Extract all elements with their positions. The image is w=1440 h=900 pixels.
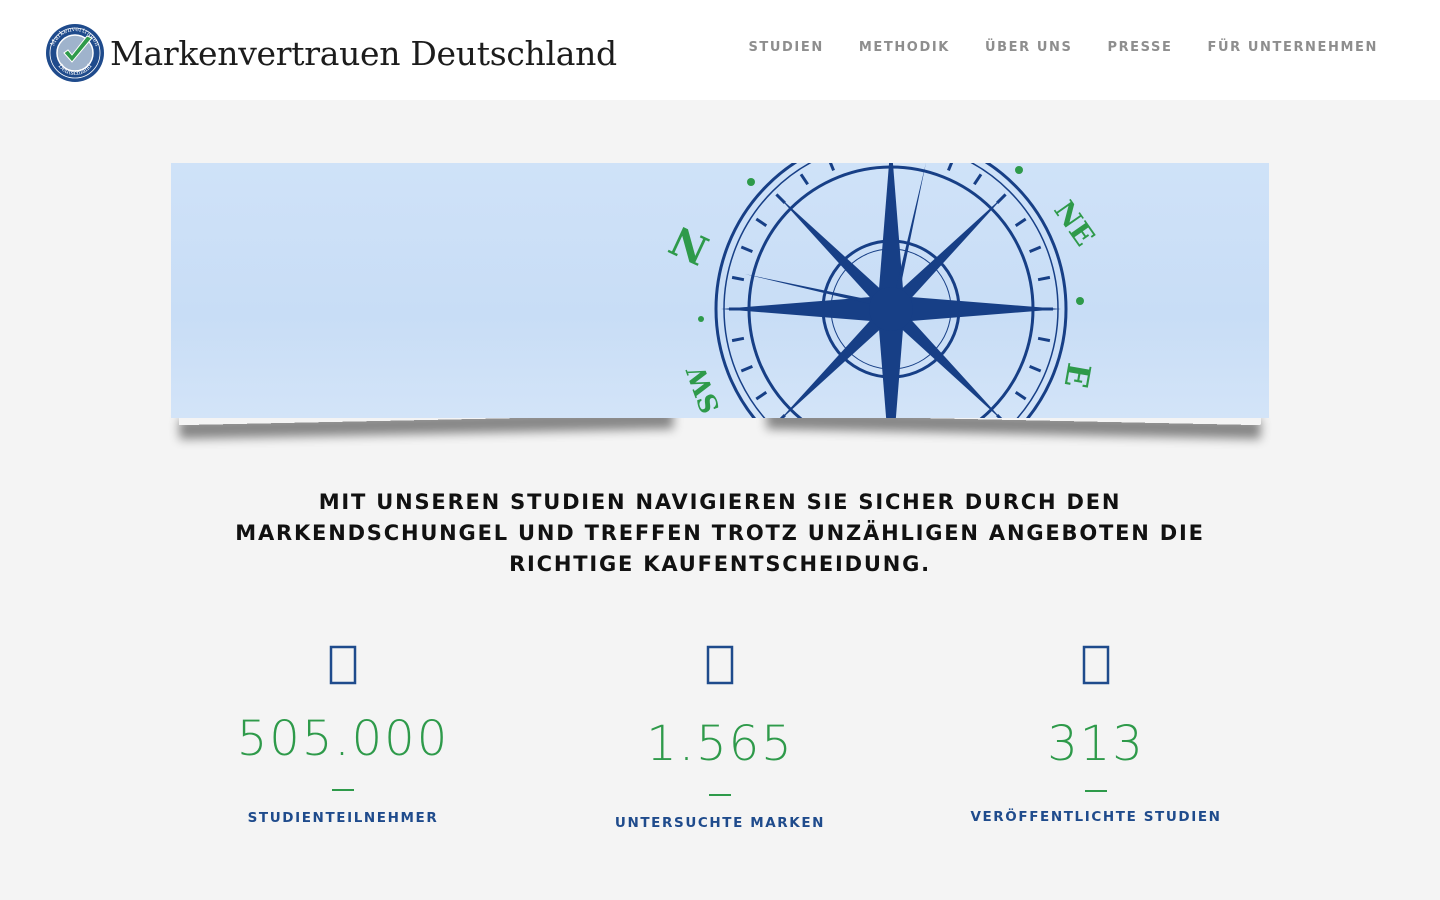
compass-label-sw: SW: [681, 361, 726, 417]
compass-tick: [1014, 217, 1027, 227]
site-header: Markenvertrauen Deutschland Markenvertra…: [0, 0, 1440, 100]
compass-label-e: E: [1057, 360, 1099, 391]
compass-tick: [755, 391, 768, 401]
compass-tick: [1029, 245, 1042, 253]
stat-divider: [1085, 790, 1107, 792]
stat-brands: 1.565 UNTERSUCHTE MARKEN: [560, 645, 880, 831]
compass-tick: [947, 163, 954, 171]
compass-tick: [740, 245, 753, 253]
compass-tick: [731, 336, 745, 343]
stat-value-studies: 313: [1047, 716, 1145, 772]
compass-tick: [755, 217, 768, 227]
compass-rose-icon: N NE E SW: [663, 163, 1101, 418]
stat-label-brands: UNTERSUCHTE MARKEN: [614, 815, 826, 831]
compass-tick: [1029, 365, 1042, 373]
compass-label-ne: NE: [1047, 195, 1101, 252]
brand-name: Markenvertrauen Deutschland: [110, 33, 617, 73]
document-icon: [1082, 645, 1110, 685]
stat-value-brands: 1.565: [646, 716, 794, 772]
compass-tick: [731, 275, 745, 282]
stat-label-studies: VERÖFFENTLICHTE STUDIEN: [970, 809, 1222, 825]
compass-tick: [1037, 336, 1051, 343]
stat-divider: [332, 789, 354, 791]
stat-studies: 313 VERÖFFENTLICHTE STUDIEN: [936, 645, 1256, 825]
stat-value-participants: 505.000: [236, 711, 450, 767]
hero-banner: N NE E SW: [171, 163, 1269, 418]
stat-participants: 505.000 STUDIENTEILNEHMER: [183, 645, 503, 826]
compass-label-n: N: [663, 216, 716, 274]
nav-item-methodik[interactable]: METHODIK: [859, 40, 950, 55]
tag-icon: [706, 645, 734, 685]
compass-tick: [1037, 275, 1051, 282]
compass-tick: [828, 163, 835, 171]
compass-tick: [973, 173, 983, 186]
nav-item-fuer-unternehmen[interactable]: FÜR UNTERNEHMEN: [1207, 40, 1378, 55]
people-icon: [329, 645, 357, 685]
nav-item-presse[interactable]: PRESSE: [1107, 40, 1172, 55]
main-nav: STUDIEN METHODIK ÜBER UNS PRESSE FÜR UNT…: [713, 40, 1378, 55]
compass-tick: [1014, 391, 1027, 401]
logo-link[interactable]: Markenvertrauen Deutschland Markenvertra…: [44, 22, 617, 84]
banner-image: N NE E SW: [171, 163, 1269, 418]
compass-tick: [740, 365, 753, 373]
stat-label-participants: STUDIENTEILNEHMER: [247, 810, 439, 826]
nav-item-studien[interactable]: STUDIEN: [748, 40, 823, 55]
stat-divider: [709, 794, 731, 796]
brand-seal-icon: Markenvertrauen Deutschland: [46, 24, 104, 82]
compass-tick: [799, 173, 809, 186]
page-headline: MIT UNSEREN STUDIEN NAVIGIEREN SIE SICHE…: [235, 490, 1205, 576]
nav-item-ueber-uns[interactable]: ÜBER UNS: [985, 40, 1072, 55]
